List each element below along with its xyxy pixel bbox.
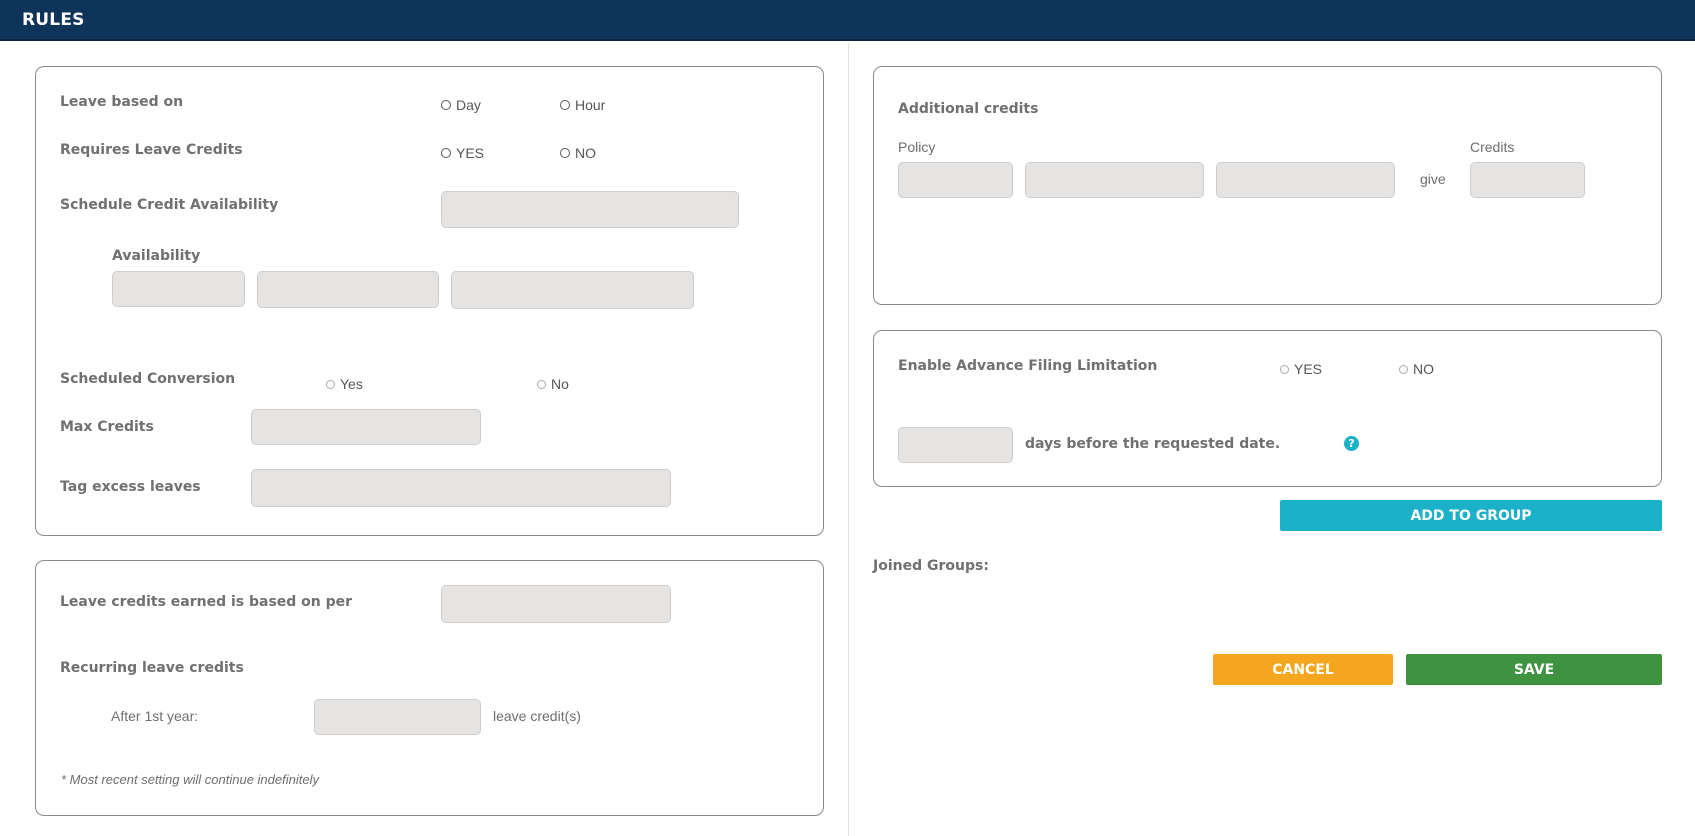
indefinite-note: * Most recent setting will continue inde… — [61, 772, 319, 787]
tag-excess-leaves-label: Tag excess leaves — [60, 479, 201, 495]
policy-label: Policy — [898, 139, 936, 155]
earned-based-on-label: Leave credits earned is based on per — [60, 594, 353, 610]
radio-advance-yes[interactable]: YES — [1280, 361, 1322, 377]
radio-circle[interactable] — [326, 379, 335, 389]
recurring-leave-credits-label: Recurring leave credits — [60, 660, 244, 676]
radio-requires-yes[interactable]: YES — [441, 145, 484, 161]
cancel-button[interactable]: CANCEL — [1213, 654, 1393, 685]
radio-circle[interactable] — [537, 379, 546, 389]
requires-leave-credits-label: Requires Leave Credits — [60, 142, 243, 158]
policy-field-3[interactable] — [1216, 162, 1395, 198]
max-credits-label: Max Credits — [60, 419, 154, 435]
radio-circle[interactable] — [441, 148, 451, 158]
radio-circle[interactable] — [1399, 364, 1408, 374]
availability-field-1[interactable] — [112, 271, 245, 307]
radio-no-label: NO — [575, 145, 596, 161]
advance-filing-label: Enable Advance Filing Limitation — [898, 358, 1158, 374]
radio-circle[interactable] — [441, 100, 451, 110]
after-first-year-input[interactable] — [314, 699, 481, 735]
radio-day[interactable]: Day — [441, 97, 481, 113]
leave-based-on-label: Leave based on — [60, 94, 184, 110]
schedule-credit-availability-select[interactable] — [441, 191, 739, 228]
max-credits-input[interactable] — [251, 409, 481, 445]
give-label: give — [1420, 171, 1446, 187]
tag-excess-leaves-select[interactable] — [251, 469, 671, 507]
after-first-year-label: After 1st year: — [111, 708, 199, 724]
column-divider — [848, 43, 849, 836]
availability-label: Availability — [112, 248, 201, 264]
radio-circle[interactable] — [560, 100, 570, 110]
schedule-credit-availability-label: Schedule Credit Availability — [60, 197, 279, 213]
scheduled-conversion-label: Scheduled Conversion — [60, 371, 236, 387]
radio-yes-label: YES — [456, 145, 485, 161]
credits-label: Credits — [1470, 139, 1515, 155]
advance-days-input[interactable] — [898, 427, 1013, 463]
radio-conversion-no[interactable]: No — [537, 376, 569, 392]
credits-input[interactable] — [1470, 162, 1585, 198]
joined-groups-label: Joined Groups: — [873, 558, 989, 574]
save-button[interactable]: SAVE — [1406, 654, 1662, 685]
radio-hour[interactable]: Hour — [560, 97, 605, 113]
earned-based-on-select[interactable] — [441, 585, 671, 623]
radio-hour-label: Hour — [575, 97, 606, 113]
radio-day-label: Day — [456, 97, 481, 113]
additional-credits-title: Additional credits — [898, 101, 1039, 117]
policy-field-2[interactable] — [1025, 162, 1204, 198]
page-header: RULES — [0, 0, 1695, 41]
radio-circle[interactable] — [1280, 364, 1289, 374]
availability-field-2[interactable] — [257, 271, 439, 308]
page-title: RULES — [22, 10, 85, 30]
days-before-text: days before the requested date. — [1025, 436, 1281, 452]
question-circle-icon[interactable]: ? — [1344, 436, 1359, 451]
leave-credits-suffix: leave credit(s) — [493, 708, 581, 724]
radio-circle[interactable] — [560, 148, 570, 158]
policy-field-1[interactable] — [898, 162, 1013, 198]
radio-no-label: NO — [1413, 361, 1434, 377]
radio-yes-label: Yes — [340, 376, 363, 392]
radio-advance-no[interactable]: NO — [1399, 361, 1434, 377]
availability-field-3[interactable] — [451, 271, 694, 309]
add-to-group-button[interactable]: ADD TO GROUP — [1280, 500, 1662, 531]
radio-conversion-yes[interactable]: Yes — [326, 376, 363, 392]
advance-filing-card — [873, 330, 1662, 487]
radio-requires-no[interactable]: NO — [560, 145, 596, 161]
radio-no-label: No — [551, 376, 569, 392]
radio-yes-label: YES — [1294, 361, 1323, 377]
